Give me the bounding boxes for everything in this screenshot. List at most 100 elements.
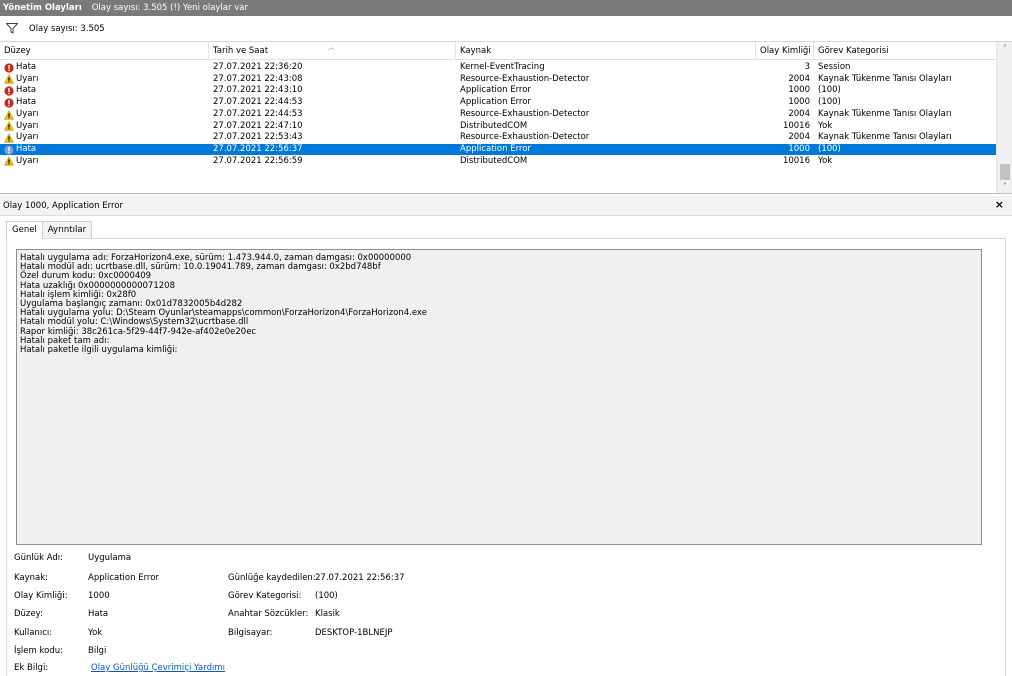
task-category-value: (100) [315,591,338,601]
row-level: Uyarı [16,120,39,131]
row-event-id: 2004 [788,132,810,143]
error-icon [4,145,16,155]
row-event-id: 10016 [782,155,810,166]
row-task-category: (100) [818,143,841,154]
column-header-source[interactable]: Kaynak [456,42,756,60]
computer-label: Bilgisayar: [228,628,273,638]
table-row-selected[interactable]: Hata 27.07.2021 22:56:37 Application Error… [0,143,996,156]
sort-ascending-icon: ︿ [328,43,335,51]
level-label: Düzey: [14,609,43,619]
row-date: 27.07.2021 22:43:10 [213,85,303,96]
keywords-value: Klasik [315,609,340,619]
task-category-label: Görev Kategorisi: [228,591,302,601]
event-properties: Günlük Adı: Uygulama Kaynak: Application… [7,239,1007,676]
table-row[interactable]: Uyarı 27.07.2021 22:47:10 DistributedCOM 10… [0,121,996,133]
row-level: Uyarı [16,73,39,84]
row-date: 27.07.2021 22:53:43 [213,132,303,143]
table-row[interactable]: Uyarı 27.07.2021 22:43:08 Resource-Exhaust… [0,74,996,86]
computer-value: DESKTOP-1BLNEJP [315,628,393,638]
error-icon [4,98,16,108]
row-task-category: Kaynak Tükenme Tanısı Olayları [818,108,952,119]
warning-icon [4,109,16,120]
event-detail-panel: Hatalı uygulama adı: ForzaHorizon4.exe, … [6,238,1006,676]
view-title: Yönetim Olayları [3,3,82,13]
online-help-link[interactable]: Olay Günlüğü Çevrimiçi Yardımı [91,663,225,673]
row-task-category: (100) [818,85,841,96]
logged-value: 27.07.2021 22:56:37 [315,573,405,583]
event-list-header: Düzey Tarih ve Saat ︿ Kaynak Olay Kimliğ… [0,42,996,60]
row-event-id: 2004 [788,108,810,119]
close-icon[interactable]: × [995,198,1004,211]
row-event-id: 10016 [782,120,810,131]
row-level: Hata [16,62,37,72]
row-date: 27.07.2021 22:36:20 [213,62,303,72]
row-level: Uyarı [16,155,39,166]
event-list[interactable]: Düzey Tarih ve Saat ︿ Kaynak Olay Kimliğ… [0,42,1012,194]
row-date: 27.07.2021 22:43:08 [213,73,303,84]
column-header-task-category[interactable]: Görev Kategorisi [814,42,996,60]
keywords-label: Anahtar Sözcükler: [228,609,309,619]
table-row[interactable]: Hata 27.07.2021 22:36:20 Kernel-EventTraci… [0,62,996,74]
column-header-event-id[interactable]: Olay Kimliği [756,42,814,60]
table-row[interactable]: Hata 27.07.2021 22:43:10 Application Error… [0,85,996,97]
view-subtitle: Olay sayısı: 3.505 (!) Yeni olaylar var [91,3,248,13]
row-event-id: 1000 [788,97,810,108]
scroll-up-arrow-icon[interactable]: ˄ [997,42,1012,56]
more-info-label: Ek Bilgi: [14,663,49,673]
table-row[interactable]: Uyarı 27.07.2021 22:53:43 Resource-Exhaust… [0,132,996,144]
log-name-value: Uygulama [88,553,132,563]
row-date: 27.07.2021 22:44:53 [213,97,303,108]
log-name-label: Günlük Adı: [14,553,64,563]
row-event-id: 3 [804,62,810,72]
row-task-category: Kaynak Tükenme Tanısı Olayları [818,132,952,143]
row-task-category: Yok [818,120,833,131]
filter-icon[interactable] [6,23,20,35]
warning-icon [4,132,16,143]
scroll-thumb[interactable] [1000,164,1010,180]
row-task-category: Kaynak Tükenme Tanısı Olayları [818,73,952,84]
row-task-category: Yok [818,155,833,166]
event-list-scrollbar[interactable]: ˄ ˅ [996,42,1012,193]
filter-bar: Olay sayısı: 3.505 [0,16,1012,42]
warning-icon [4,74,16,85]
row-level: Uyarı [16,108,39,119]
user-value: Yok [88,628,103,638]
row-level: Hata [16,97,37,108]
detail-tabs: Genel Ayrıntılar [6,221,93,239]
error-icon [4,86,16,96]
row-date: 27.07.2021 22:56:37 [213,143,303,154]
row-level: Hata [16,143,37,154]
table-row[interactable]: Uyarı 27.07.2021 22:56:59 DistributedCOM 10… [0,156,996,168]
row-event-id: 2004 [788,73,810,84]
tab-details[interactable]: Ayrıntılar [41,221,93,238]
row-task-category: Session [818,62,851,72]
source-value: Application Error [88,573,159,583]
source-label: Kaynak: [14,573,49,583]
scroll-down-arrow-icon[interactable]: ˅ [997,180,1012,193]
row-date: 27.07.2021 22:56:59 [213,155,303,166]
event-id-value: 1000 [88,591,110,601]
event-count-text: Olay sayısı: 3.505 [29,23,105,34]
title-bar: Yönetim Olayları Olay sayısı: 3.505 (!) … [0,0,1012,16]
event-detail-header: Olay 1000, Application Error × [0,196,1012,216]
logged-label: Günlüğe kaydedilen: [228,573,316,583]
row-level: Uyarı [16,132,39,143]
row-task-category: (100) [818,97,841,108]
row-date: 27.07.2021 22:47:10 [213,120,303,131]
row-event-id: 1000 [788,143,810,154]
event-id-label: Olay Kimliği: [14,591,68,601]
user-label: Kullanıcı: [14,628,53,638]
row-event-id: 1000 [788,85,810,96]
event-detail-title: Olay 1000, Application Error [3,200,123,211]
error-icon [4,63,16,73]
row-level: Hata [16,85,37,96]
column-header-level[interactable]: Düzey [0,42,209,60]
table-row[interactable]: Hata 27.07.2021 22:44:53 Application Error… [0,97,996,109]
table-row[interactable]: Uyarı 27.07.2021 22:44:53 Resource-Exhaust… [0,109,996,121]
warning-icon [4,121,16,131]
opcode-label: İşlem kodu: [14,646,63,656]
row-date: 27.07.2021 22:44:53 [213,108,303,119]
tab-general[interactable]: Genel [6,221,43,239]
warning-icon [4,156,16,166]
opcode-value: Bilgi [88,646,107,656]
